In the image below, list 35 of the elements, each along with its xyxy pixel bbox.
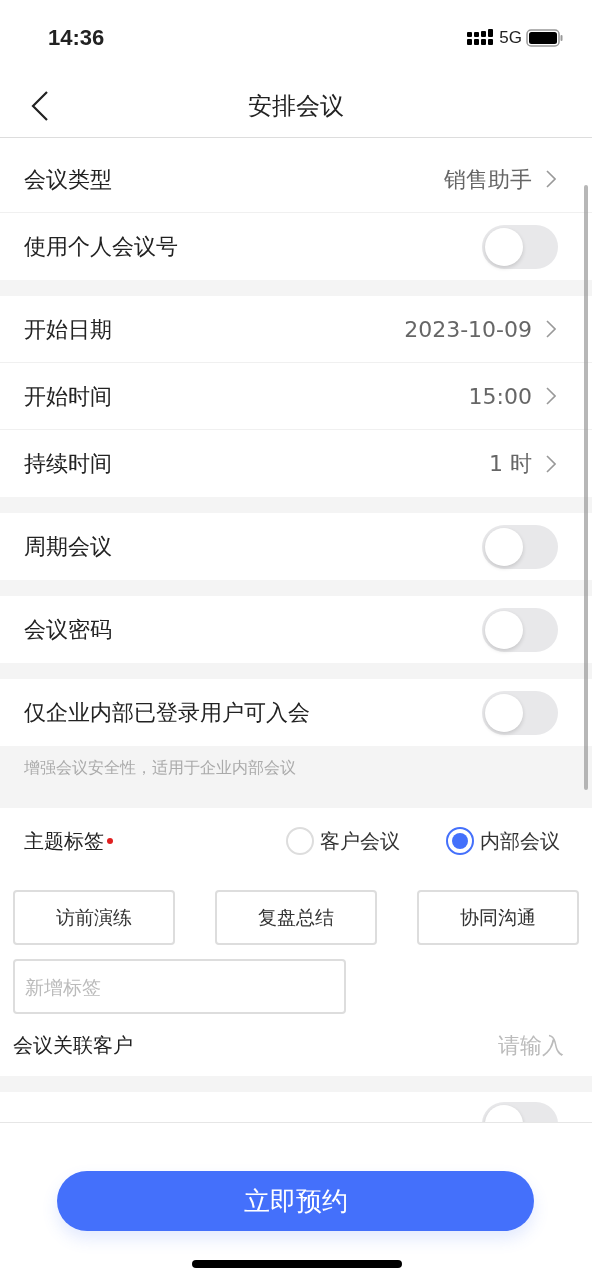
row-label: 仅企业内部已登录用户可入会 <box>24 699 310 727</box>
tag-button[interactable]: 协同沟通 <box>417 890 579 945</box>
toggle-switch[interactable] <box>482 607 558 652</box>
chevron-right-icon[interactable] <box>546 320 556 338</box>
chevron-right-icon[interactable] <box>546 454 556 473</box>
row-label: 周期会议 <box>24 533 112 561</box>
row-label: 开始时间 <box>24 382 112 411</box>
status-time: 14:36 <box>48 24 105 52</box>
chevron-right-icon[interactable] <box>546 387 556 405</box>
toggle-switch[interactable] <box>482 690 558 735</box>
tag-button[interactable]: 复盘总结 <box>215 890 377 945</box>
new-tag-field[interactable]: 新增标签 <box>13 959 346 1014</box>
page-title: 安排会议 <box>248 91 344 122</box>
radio-option[interactable]: 内部会议 <box>446 826 560 856</box>
book-button[interactable]: 立即预约 <box>57 1171 534 1231</box>
back-icon[interactable] <box>30 90 50 122</box>
row-value: 2023-10-09 <box>404 315 532 344</box>
row-label: 开始日期 <box>24 315 112 344</box>
row-label: 使用个人会议号 <box>24 233 178 261</box>
radio-option[interactable]: 客户会议 <box>286 826 400 856</box>
field-label: 主题标签 <box>24 828 104 855</box>
row-label: 会议密码 <box>24 616 112 644</box>
network-label: 5G <box>499 26 522 49</box>
row-value: 1 时 <box>489 450 532 478</box>
row-label: 会议类型 <box>24 165 112 194</box>
toggle-switch[interactable] <box>482 524 558 569</box>
row-value: 15:00 <box>468 382 532 411</box>
field-label: 会议关联客户 <box>13 1032 133 1059</box>
chevron-right-icon[interactable] <box>546 170 556 188</box>
tag-button[interactable]: 访前演练 <box>13 890 175 945</box>
battery-icon <box>526 28 564 47</box>
row-label: 持续时间 <box>24 450 112 478</box>
toggle-switch[interactable] <box>482 224 558 269</box>
signal-icon <box>467 28 496 47</box>
row-value: 销售助手 <box>444 165 532 194</box>
